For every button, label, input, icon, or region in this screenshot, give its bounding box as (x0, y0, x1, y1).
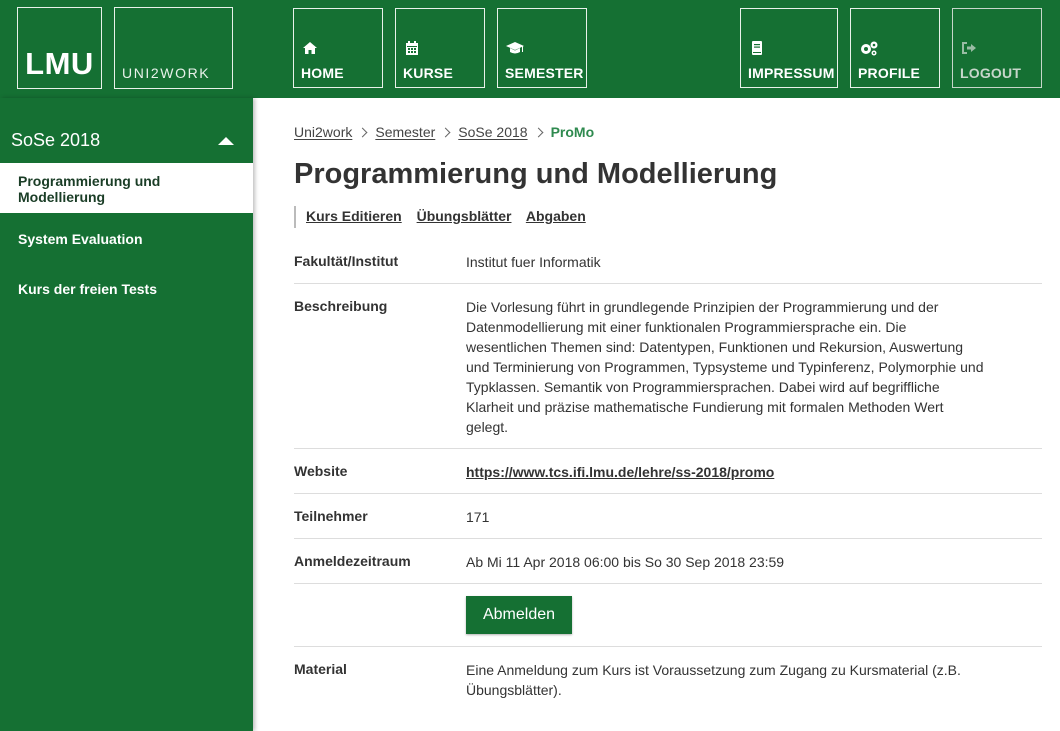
material-value: Eine Anmeldung zum Kurs ist Voraussetzun… (466, 660, 1032, 700)
beschreibung-label: Beschreibung (294, 298, 388, 314)
nav-profile-button[interactable]: PROFILE (850, 8, 940, 88)
nav-home-button[interactable]: HOME (293, 8, 383, 88)
sidebar-item-label: Kurs der freien Tests (18, 281, 158, 297)
row-divider (294, 448, 1042, 449)
beschreibung-line: und Terminierung von Programmen, Typsyst… (466, 359, 984, 375)
chevron-right-icon (533, 127, 544, 138)
nav-kurse-button[interactable]: KURSE (395, 8, 485, 88)
nav-impressum-button[interactable]: IMPRESSUM (740, 8, 838, 88)
breadcrumb-link-uni2work[interactable]: Uni2work (294, 124, 352, 140)
beschreibung-line: Klarheit und präzise mathematische Fundi… (466, 399, 944, 415)
lmu-logo[interactable]: LMU (17, 7, 102, 89)
sidebar-item-system-evaluation[interactable]: System Evaluation (0, 231, 253, 247)
nav-semester-label: SEMESTER (505, 65, 584, 81)
material-label: Material (294, 661, 347, 677)
anmeldezeitraum-label: Anmeldezeitraum (294, 553, 411, 569)
nav-home-label: HOME (301, 65, 344, 81)
breadcrumb-current: ProMo (550, 124, 595, 140)
material-line: Eine Anmeldung zum Kurs ist Voraussetzun… (466, 662, 961, 678)
row-divider (294, 283, 1042, 284)
website-link[interactable]: https://www.tcs.ifi.lmu.de/lehre/ss-2018… (466, 462, 1032, 482)
nav-profile-label: PROFILE (858, 65, 921, 81)
sidebar-semester-heading[interactable]: SoSe 2018 (11, 130, 100, 151)
beschreibung-line: Die Vorlesung führt in grundlegende Prin… (466, 299, 939, 315)
nav-logout-label: LOGOUT (960, 65, 1022, 81)
row-divider (294, 493, 1042, 494)
teilnehmer-value: 171 (466, 509, 490, 525)
beschreibung-line: gelegt. (466, 419, 509, 435)
beschreibung-line: Datenmodellierung mit einer funktionalen… (466, 319, 907, 335)
breadcrumb: Uni2work Semester SoSe 2018 ProMo (294, 124, 594, 140)
fakultaet-label: Fakultät/Institut (294, 253, 399, 269)
sidebar: SoSe 2018 Programmierung und Modellierun… (0, 98, 253, 731)
book-icon (752, 41, 762, 55)
anmeldezeitraum-value: Ab Mi 11 Apr 2018 06:00 bis So 30 Sep 20… (466, 554, 785, 570)
nav-semester-button[interactable]: SEMESTER (497, 8, 587, 88)
page-title: Programmierung und Modellierung (294, 158, 778, 190)
sign-out-icon (962, 42, 976, 54)
sidebar-item-label-line2: Modellierung (18, 189, 106, 205)
uebungsblaetter-link[interactable]: Übungsblätter (417, 208, 512, 224)
abgaben-link[interactable]: Abgaben (526, 208, 586, 224)
sidebar-item-programmierung[interactable]: Programmierung und Modellierung (0, 163, 253, 213)
calendar-icon (406, 41, 418, 55)
top-header: LMU UNI2WORK HOME KURSE SEMESTER IMPRESS… (0, 0, 1060, 98)
fakultaet-value: Institut fuer Informatik (466, 254, 601, 270)
teilnehmer-label: Teilnehmer (294, 508, 368, 524)
course-actions: Kurs Editieren Übungsblätter Abgaben (294, 206, 597, 228)
home-icon (303, 42, 317, 54)
beschreibung-line: wesentlichen Themen sind: Datentypen, Fu… (466, 339, 964, 355)
gears-icon (861, 41, 878, 56)
breadcrumb-link-sose-2018[interactable]: SoSe 2018 (458, 124, 527, 140)
material-line: Übungsblätter). (466, 682, 562, 698)
breadcrumb-link-semester[interactable]: Semester (375, 124, 435, 140)
nav-kurse-label: KURSE (403, 65, 454, 81)
row-divider (294, 538, 1042, 539)
collapse-caret-icon[interactable] (218, 137, 234, 145)
abmelden-button[interactable]: Abmelden (466, 596, 572, 634)
logo-text: LMU (25, 46, 94, 81)
nav-impressum-label: IMPRESSUM (748, 65, 835, 81)
kurs-editieren-link[interactable]: Kurs Editieren (306, 208, 402, 224)
row-divider (294, 583, 1042, 584)
beschreibung-line: Typklassen. Semantik von Programmierspra… (466, 379, 940, 395)
sidebar-item-label: System Evaluation (18, 231, 143, 247)
website-label: Website (294, 463, 348, 479)
sidebar-item-kurs-freien-tests[interactable]: Kurs der freien Tests (0, 281, 253, 297)
app-name-box[interactable]: UNI2WORK (114, 7, 233, 89)
app-name: UNI2WORK (122, 65, 211, 81)
chevron-right-icon (440, 127, 451, 138)
beschreibung-value: Die Vorlesung führt in grundlegende Prin… (466, 297, 1032, 437)
row-divider (294, 646, 1042, 647)
sidebar-item-label-line1: Programmierung und (18, 173, 161, 189)
chevron-right-icon (357, 127, 368, 138)
nav-logout-button[interactable]: LOGOUT (952, 8, 1042, 88)
graduation-cap-icon (506, 42, 524, 54)
